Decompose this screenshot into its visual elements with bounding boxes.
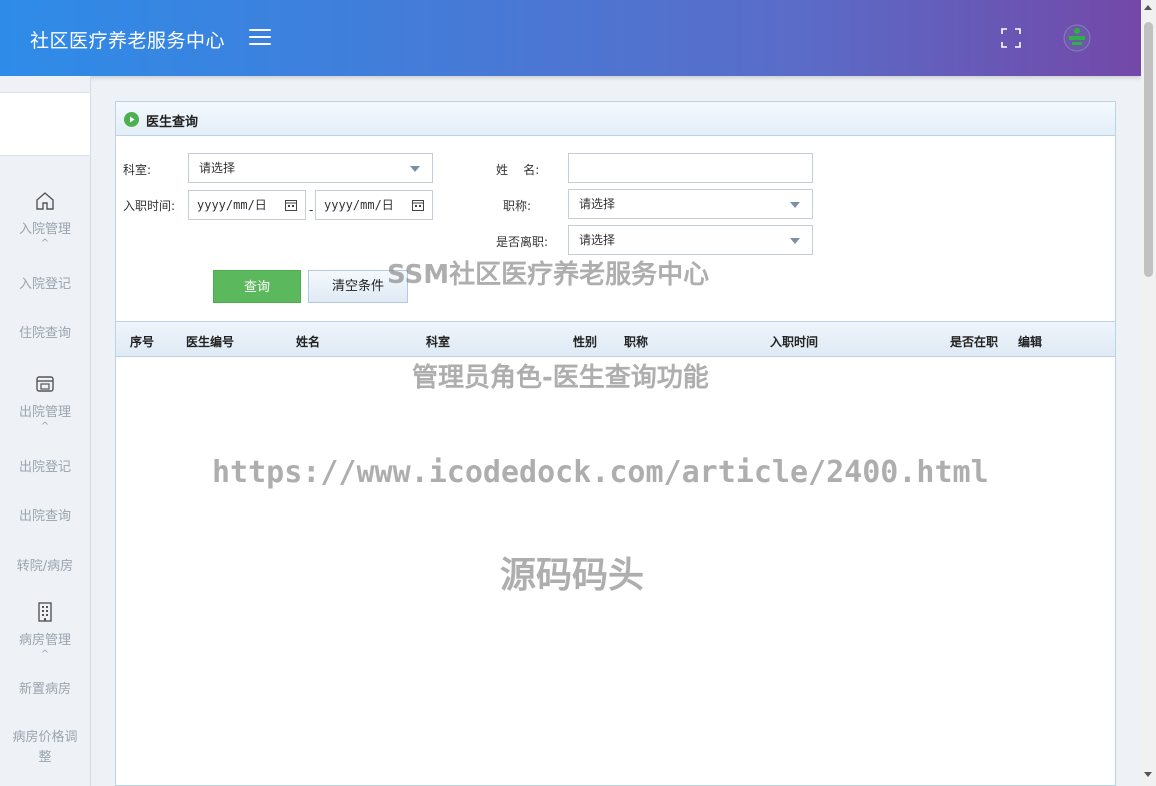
sidebar-item-discharge-register[interactable]: 出院登记 (0, 456, 90, 475)
hire-date-from-input[interactable]: yyyy/mm/日 (188, 190, 306, 220)
department-select-value: 请选择 (199, 161, 236, 175)
col-index: 序号 (130, 335, 155, 349)
sidebar-group-admission[interactable]: 入院管理 ^ (0, 190, 90, 249)
building-icon (38, 602, 52, 622)
sidebar-group-discharge[interactable]: 出院管理 ^ (0, 373, 90, 432)
window-icon (36, 376, 54, 392)
col-employed: 是否在职 (950, 335, 999, 349)
resigned-label: 是否离职: (496, 235, 549, 249)
home-icon (36, 192, 54, 210)
panel-title: 医生查询 (146, 115, 199, 130)
hamburger-icon[interactable] (249, 29, 271, 47)
sidebar-group-ward[interactable]: 病房管理 ^ (0, 601, 90, 660)
col-name: 姓名 (296, 335, 321, 349)
department-select[interactable]: 请选择 (188, 153, 433, 183)
department-label: 科室: (123, 163, 152, 177)
user-avatar-icon[interactable] (1063, 24, 1091, 52)
title-label: 职称: (503, 199, 532, 213)
scroll-up-icon[interactable] (1144, 5, 1152, 10)
fullscreen-icon[interactable] (1001, 28, 1021, 48)
hire-date-to-input[interactable]: yyyy/mm/日 (315, 190, 433, 220)
sidebar-item-discharge-query[interactable]: 出院查询 (0, 505, 90, 524)
sidebar-item-transfer-ward[interactable]: 转院/病房 (0, 555, 90, 574)
resigned-select[interactable]: 请选择 (568, 225, 813, 255)
sidebar: 入院管理 ^ 入院登记 住院查询 出院管理 ^ 出院登记 出院查询 转院/病房 … (0, 76, 91, 786)
vertical-scrollbar[interactable] (1141, 0, 1156, 786)
hire-date-label: 入职时间: (123, 199, 176, 213)
caret-up-icon: ^ (40, 238, 50, 249)
date-range-separator: - (309, 203, 314, 217)
sidebar-item-new-ward[interactable]: 新置病房 (0, 678, 90, 697)
panel-header: 医生查询 (116, 102, 1115, 136)
title-select[interactable]: 请选择 (568, 189, 813, 219)
sidebar-item-inpatient-query[interactable]: 住院查询 (0, 322, 90, 341)
col-edit: 编辑 (1018, 335, 1043, 349)
sidebar-item-ward-price-adjust[interactable]: 病房价格调整 (0, 728, 90, 768)
top-header: 社区医疗养老服务中心 (0, 0, 1141, 76)
caret-up-icon: ^ (40, 649, 50, 660)
date-to-value: yyyy/mm/日 (324, 198, 394, 212)
name-label: 姓 名: (496, 163, 540, 177)
sidebar-group-label: 入院管理 (18, 222, 71, 237)
name-input[interactable] (568, 153, 813, 183)
table-header: 序号 医生编号 姓名 科室 性别 职称 入职时间 是否在职 编辑 (116, 321, 1115, 357)
scroll-down-icon[interactable] (1144, 772, 1152, 777)
col-department: 科室 (426, 335, 451, 349)
calendar-icon[interactable] (412, 199, 424, 211)
play-circle-icon (124, 112, 139, 127)
scroll-thumb[interactable] (1144, 22, 1153, 277)
query-button[interactable]: 查询 (213, 270, 301, 303)
clear-conditions-button[interactable]: 清空条件 (308, 270, 408, 303)
col-hire-date: 入职时间 (770, 335, 819, 349)
sidebar-group-label: 出院管理 (18, 405, 71, 420)
sidebar-group-label: 病房管理 (18, 633, 71, 648)
calendar-icon[interactable] (285, 199, 297, 211)
chevron-down-icon (790, 238, 800, 244)
chevron-down-icon (790, 202, 800, 208)
caret-up-icon: ^ (40, 421, 50, 432)
date-from-value: yyyy/mm/日 (197, 198, 267, 212)
app-title: 社区医疗养老服务中心 (30, 30, 226, 52)
sidebar-item-admission-register[interactable]: 入院登记 (0, 273, 90, 292)
col-gender: 性别 (573, 335, 598, 349)
chevron-down-icon (410, 166, 420, 172)
resigned-select-value: 请选择 (579, 233, 616, 247)
col-doctor-id: 医生编号 (186, 335, 235, 349)
sidebar-logo-area (0, 92, 90, 156)
title-select-value: 请选择 (579, 197, 616, 211)
col-title: 职称 (624, 335, 649, 349)
